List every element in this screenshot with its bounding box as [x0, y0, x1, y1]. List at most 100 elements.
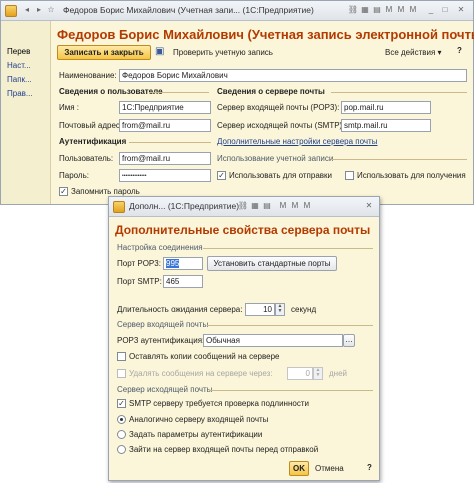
auth-pop-before-smtp-label: Зайти на сервер входящей почты перед отп… [129, 445, 319, 454]
calendar-icon[interactable]: ▤ [371, 4, 383, 16]
divider [331, 159, 467, 160]
divider [207, 325, 373, 326]
calc-icon[interactable]: ▦ [249, 200, 261, 212]
auth-section-title: Аутентификация [59, 137, 127, 146]
auth-same-as-incoming-label: Аналогично серверу входящей почты [129, 415, 269, 424]
user-section-title: Сведения о пользователе [59, 87, 163, 96]
link-icon[interactable]: ⛓ [237, 200, 249, 212]
user-label: Пользователь: [59, 154, 114, 163]
delete-days-field: 0 [287, 367, 313, 380]
save-close-label: Записать и закрыть [64, 48, 144, 57]
minimize-icon[interactable]: _ [425, 4, 437, 16]
email-field[interactable]: from@mail.ru [119, 119, 211, 132]
memory-plus-icon[interactable]: M [383, 4, 395, 16]
password-field[interactable]: •••••••••••••• [119, 169, 211, 182]
cancel-button[interactable]: Отмена [315, 464, 344, 473]
close-icon[interactable]: ✕ [363, 200, 375, 212]
check-account-link[interactable]: Проверить учетную запись [173, 48, 273, 57]
link-icon[interactable]: ⛓ [347, 4, 359, 16]
outgoing-section-title: Сервер исходящей почты [117, 385, 213, 394]
timeout-spinner[interactable]: ▲ ▼ [275, 303, 285, 316]
divider [209, 390, 373, 391]
memory-plus-icon[interactable]: M [289, 200, 301, 212]
pop3-auth-field[interactable]: Обычная [203, 334, 343, 347]
auth-custom-radio[interactable] [117, 430, 126, 439]
smtp-server-field[interactable]: smtp.mail.ru [341, 119, 431, 132]
divider [129, 142, 211, 143]
close-icon[interactable]: ✕ [455, 4, 467, 16]
memory-add-icon[interactable]: M [395, 4, 407, 16]
auth-pop-before-smtp-radio[interactable] [117, 445, 126, 454]
memory-minus-icon[interactable]: M [301, 200, 313, 212]
use-receive-checkbox[interactable] [345, 171, 354, 180]
divider [331, 92, 467, 93]
remember-password-label: Запомнить пароль [71, 187, 140, 196]
memory-icon[interactable]: M [277, 200, 289, 212]
main-window: ◂ ▸ ☆ Федоров Борис Михайлович (Учетная … [0, 0, 474, 205]
page-title: Федоров Борис Михайлович (Учетная запись… [57, 27, 474, 42]
ok-label: OK [293, 464, 305, 473]
nav-item-settings[interactable]: Наст... [7, 61, 31, 70]
usage-section-title: Использование учетной записи [217, 154, 334, 163]
dialog-help-button[interactable]: ? [367, 463, 372, 472]
smtp-auth-checkbox[interactable]: ✓ [117, 399, 126, 408]
pop3-server-label: Сервер входящей почты (POP3): [217, 103, 340, 112]
back-icon[interactable]: ◂ [21, 4, 33, 16]
dialog-titlebar: Дополн... (1С:Предприятие) ⛓ ▦ ▤ M M M ✕ [109, 197, 379, 217]
advanced-dialog: Дополн... (1С:Предприятие) ⛓ ▦ ▤ M M M ✕… [108, 196, 380, 481]
display-name-field[interactable]: 1С:Предприятие [119, 101, 211, 114]
help-button[interactable]: ? [457, 46, 462, 55]
save-icon[interactable]: ▣ [155, 46, 164, 57]
auth-custom-label: Задать параметры аутентификации [129, 430, 263, 439]
email-label: Почтовый адрес: [59, 121, 123, 130]
app-icon [5, 5, 17, 17]
conn-section-title: Настройка соединения [117, 243, 203, 252]
save-close-button[interactable]: Записать и закрыть [57, 45, 151, 60]
nav-panel: Перев Наст... Папк... Прав... [1, 21, 51, 204]
pop3-server-field[interactable]: pop.mail.ru [341, 101, 431, 114]
days-label: дней [329, 369, 348, 378]
use-receive-label: Использовать для получения [357, 171, 466, 180]
nav-item-folders[interactable]: Папк... [7, 75, 32, 84]
pop3-port-field[interactable]: 995 [163, 257, 203, 270]
advanced-settings-link[interactable]: Дополнительные настройки сервера почты [217, 137, 377, 146]
divider [149, 92, 209, 93]
pop3-port-label: Порт POP3: [117, 259, 161, 268]
calendar-icon[interactable]: ▤ [261, 200, 273, 212]
nav-item-rights[interactable]: Прав... [7, 89, 33, 98]
leave-copies-checkbox[interactable] [117, 352, 126, 361]
standard-ports-label: Установить стандартные порты [213, 259, 331, 268]
user-field[interactable]: from@mail.ru [119, 152, 211, 165]
delete-days-spinner: ▲ ▼ [313, 367, 323, 380]
incoming-section-title: Сервер входящей почты [117, 320, 209, 329]
smtp-server-label: Сервер исходящей почты (SMTP): [217, 121, 345, 130]
smtp-port-field[interactable]: 465 [163, 275, 203, 288]
app-icon [113, 201, 125, 213]
forward-icon[interactable]: ▸ [33, 4, 45, 16]
all-actions-menu[interactable]: Все действия ▾ [385, 48, 442, 57]
pop3-auth-select-button[interactable]: … [343, 334, 355, 347]
memory-sub-icon[interactable]: M [407, 4, 419, 16]
auth-same-as-incoming-radio[interactable] [117, 415, 126, 424]
nav-item-main[interactable]: Перев [7, 47, 30, 56]
smtp-port-label: Порт SMTP: [117, 277, 162, 286]
standard-ports-button[interactable]: Установить стандартные порты [207, 256, 337, 271]
delete-after-checkbox [117, 369, 126, 378]
ok-button[interactable]: OK [289, 461, 309, 476]
main-titlebar: ◂ ▸ ☆ Федоров Борис Михайлович (Учетная … [1, 1, 473, 21]
dialog-title: Дополн... (1С:Предприятие) [129, 201, 240, 211]
use-send-checkbox[interactable]: ✓ [217, 171, 226, 180]
name-field[interactable]: Федоров Борис Михайлович [119, 69, 467, 82]
maximize-icon[interactable]: □ [439, 4, 451, 16]
pop3-auth-label: POP3 аутентификация: [117, 336, 205, 345]
calc-icon[interactable]: ▦ [359, 4, 371, 16]
display-name-label: Имя : [59, 103, 80, 112]
main-window-title: Федоров Борис Михайлович (Учетная запи..… [63, 5, 314, 15]
delete-after-label: Удалять сообщения на сервере через: [129, 369, 273, 378]
timeout-field[interactable]: 10 [245, 303, 275, 316]
remember-password-checkbox[interactable]: ✓ [59, 187, 68, 196]
timeout-unit: секунд [291, 305, 317, 314]
favorite-star-icon[interactable]: ☆ [45, 4, 57, 16]
smtp-auth-label: SMTP серверу требуется проверка подлинно… [129, 399, 309, 408]
divider [203, 248, 373, 249]
